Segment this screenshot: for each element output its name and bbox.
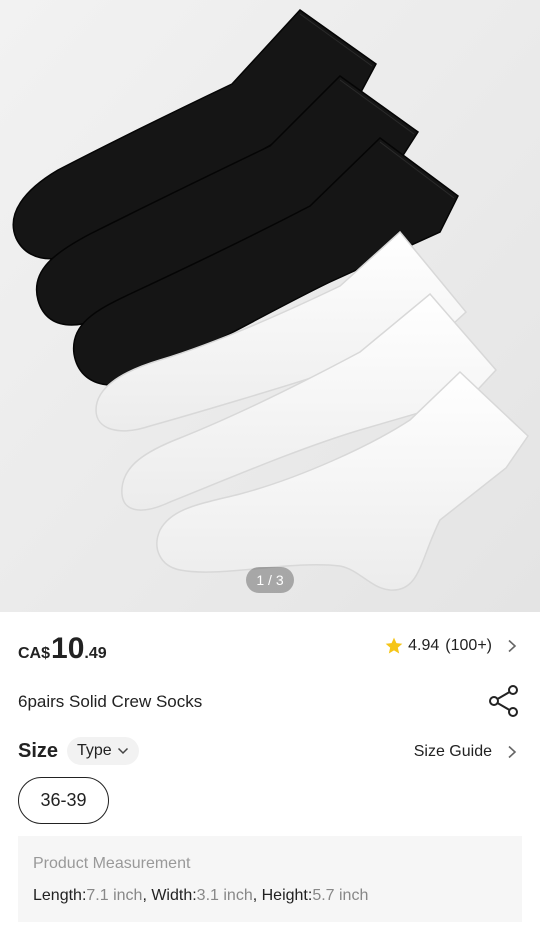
chevron-right-icon bbox=[508, 745, 517, 759]
measurement-title: Product Measurement bbox=[33, 855, 191, 872]
length-value: 7.1 inch bbox=[86, 887, 143, 904]
chevron-down-icon bbox=[117, 747, 128, 755]
size-guide-label: Size Guide bbox=[413, 743, 492, 760]
product-image-gallery[interactable]: 1 / 3 bbox=[0, 0, 540, 612]
measurement-values: Length:7.1 inch, Width:3.1 inch, Height:… bbox=[33, 887, 368, 905]
height-label: Height: bbox=[261, 887, 313, 904]
separator: , bbox=[252, 887, 262, 904]
size-type-label: Type bbox=[77, 742, 112, 759]
share-icon[interactable] bbox=[488, 684, 520, 718]
rating-count: (100+) bbox=[445, 637, 492, 654]
price-currency: CA$ bbox=[18, 645, 51, 662]
star-icon bbox=[385, 637, 403, 654]
rating-score: 4.94 bbox=[408, 637, 440, 654]
image-pager-indicator: 1 / 3 bbox=[246, 567, 294, 593]
size-guide-link[interactable]: Size Guide bbox=[414, 740, 518, 764]
size-option-selected[interactable]: 36-39 bbox=[18, 777, 109, 824]
chevron-right-icon bbox=[508, 639, 517, 653]
separator: , bbox=[142, 887, 152, 904]
size-type-dropdown[interactable]: Type bbox=[67, 737, 139, 765]
width-label: Width: bbox=[151, 887, 197, 904]
size-section-label: Size bbox=[18, 740, 59, 762]
width-value: 3.1 inch bbox=[196, 887, 253, 904]
price-integer: 10 bbox=[51, 632, 85, 665]
rating-summary[interactable]: 4.94 (100+) bbox=[384, 633, 518, 659]
product-measurement-panel: Product Measurement Length:7.1 inch, Wid… bbox=[18, 836, 522, 922]
product-photo bbox=[0, 0, 540, 612]
height-value: 5.7 inch bbox=[312, 887, 369, 904]
length-label: Length: bbox=[33, 887, 87, 904]
price: CA$ 10 .49 bbox=[18, 632, 107, 668]
price-decimal: .49 bbox=[84, 645, 107, 662]
product-title: 6pairs Solid Crew Socks bbox=[18, 692, 203, 711]
